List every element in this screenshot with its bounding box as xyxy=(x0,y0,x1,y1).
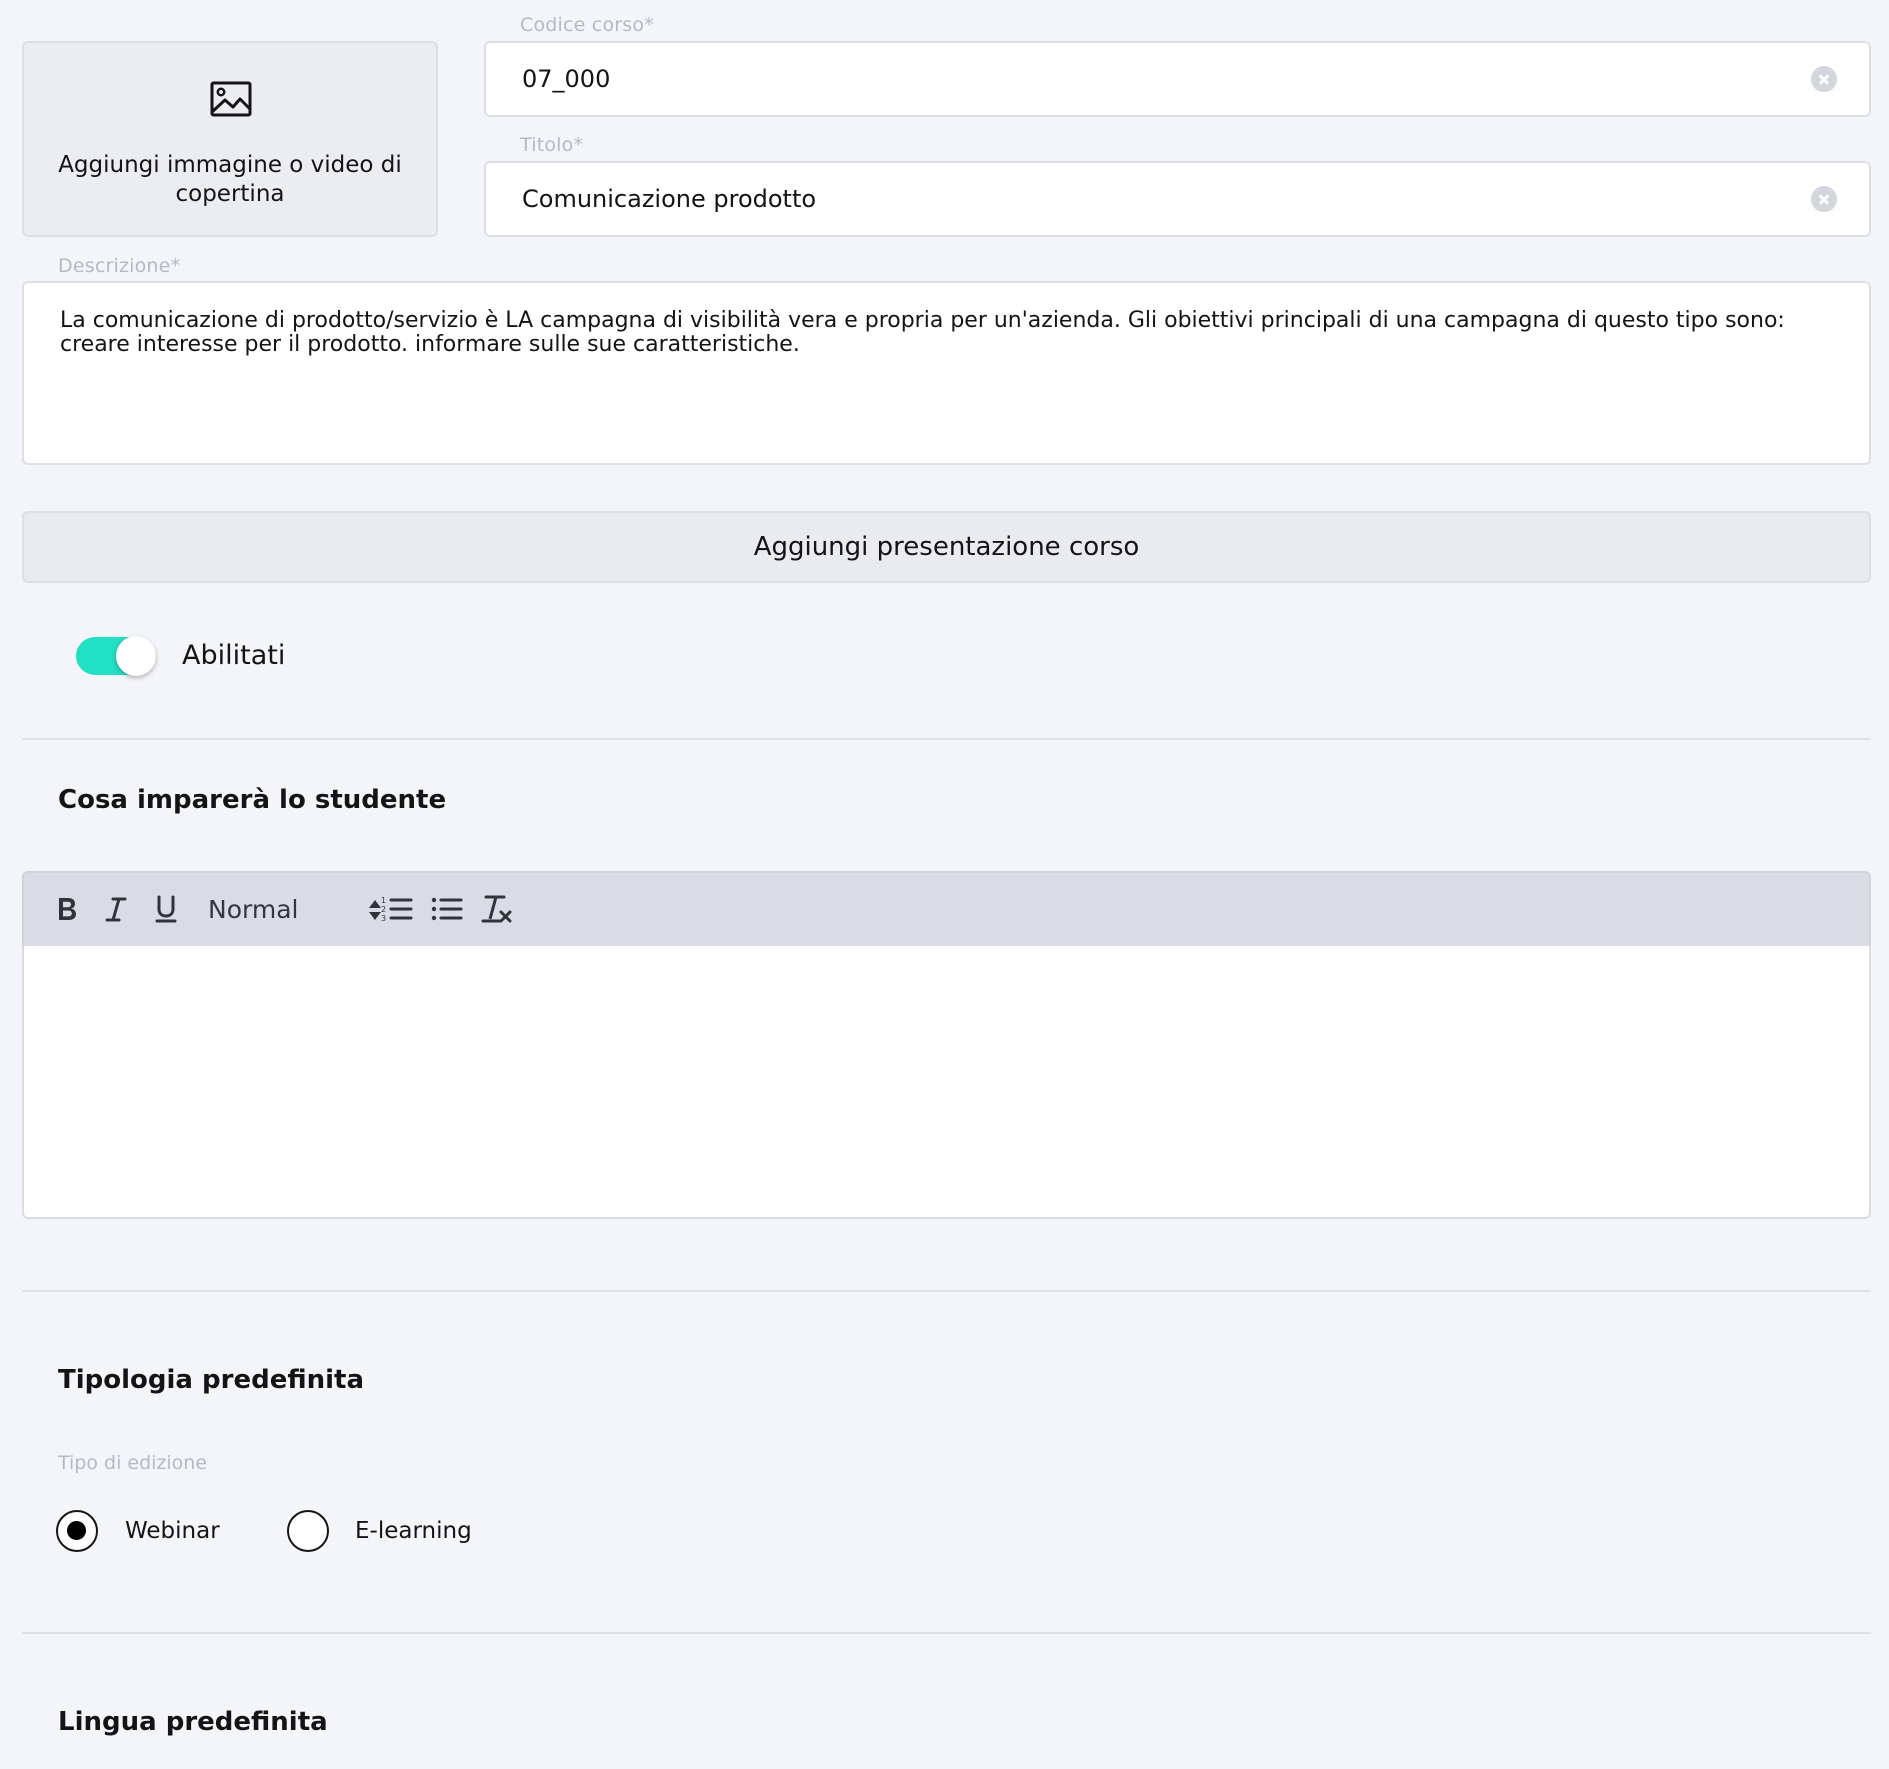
clear-title-icon[interactable] xyxy=(1811,186,1837,212)
text-format-selected: Normal xyxy=(208,895,299,924)
enabled-toggle-label: Abilitati xyxy=(182,640,286,671)
radio-elearning[interactable] xyxy=(287,1510,329,1552)
text-format-select[interactable]: Normal xyxy=(208,887,384,931)
course-code-field[interactable]: 07_000 xyxy=(484,41,1871,117)
ordered-list-icon[interactable]: 1 2 3 xyxy=(378,891,414,927)
divider xyxy=(22,1290,1871,1292)
language-section-title: Lingua predefinita xyxy=(58,1707,328,1737)
cover-upload-label: Aggiungi immagine o video di copertina xyxy=(58,152,402,207)
underline-icon[interactable] xyxy=(148,891,184,927)
rich-text-editor[interactable] xyxy=(22,946,1871,1219)
type-section-title: Tipologia predefinita xyxy=(58,1365,364,1395)
bullet-list-icon[interactable] xyxy=(428,891,464,927)
bold-icon[interactable] xyxy=(48,891,84,927)
description-label: Descrizione* xyxy=(58,255,181,277)
title-field[interactable]: Comunicazione prodotto xyxy=(484,161,1871,237)
course-code-label: Codice corso* xyxy=(520,14,654,36)
title-value: Comunicazione prodotto xyxy=(522,185,817,213)
svg-text:3: 3 xyxy=(381,914,386,923)
add-presentation-button[interactable]: Aggiungi presentazione corso xyxy=(22,511,1871,583)
description-value: La comunicazione di prodotto/servizio è … xyxy=(60,308,1785,357)
cover-upload-box[interactable]: Aggiungi immagine o video di copertina xyxy=(22,41,438,237)
italic-icon[interactable] xyxy=(98,891,134,927)
radio-webinar-label: Webinar xyxy=(125,1518,220,1544)
clear-format-icon[interactable] xyxy=(478,891,514,927)
divider xyxy=(22,1632,1871,1634)
course-code-value: 07_000 xyxy=(522,65,611,93)
svg-text:2: 2 xyxy=(381,905,386,914)
clear-course-code-icon[interactable] xyxy=(1811,66,1837,92)
image-icon xyxy=(210,81,252,121)
svg-text:1: 1 xyxy=(381,896,386,905)
edition-type-label: Tipo di edizione xyxy=(58,1452,208,1474)
radio-webinar[interactable] xyxy=(56,1510,98,1552)
editor-toolbar: Normal 1 2 3 xyxy=(22,871,1871,947)
toggle-knob xyxy=(116,636,156,676)
radio-elearning-label: E-learning xyxy=(355,1518,472,1544)
title-label: Titolo* xyxy=(520,134,584,156)
learning-section-title: Cosa imparerà lo studente xyxy=(58,785,447,815)
enabled-toggle[interactable] xyxy=(76,636,156,676)
description-textarea[interactable]: La comunicazione di prodotto/servizio è … xyxy=(22,281,1871,465)
divider xyxy=(22,738,1871,740)
